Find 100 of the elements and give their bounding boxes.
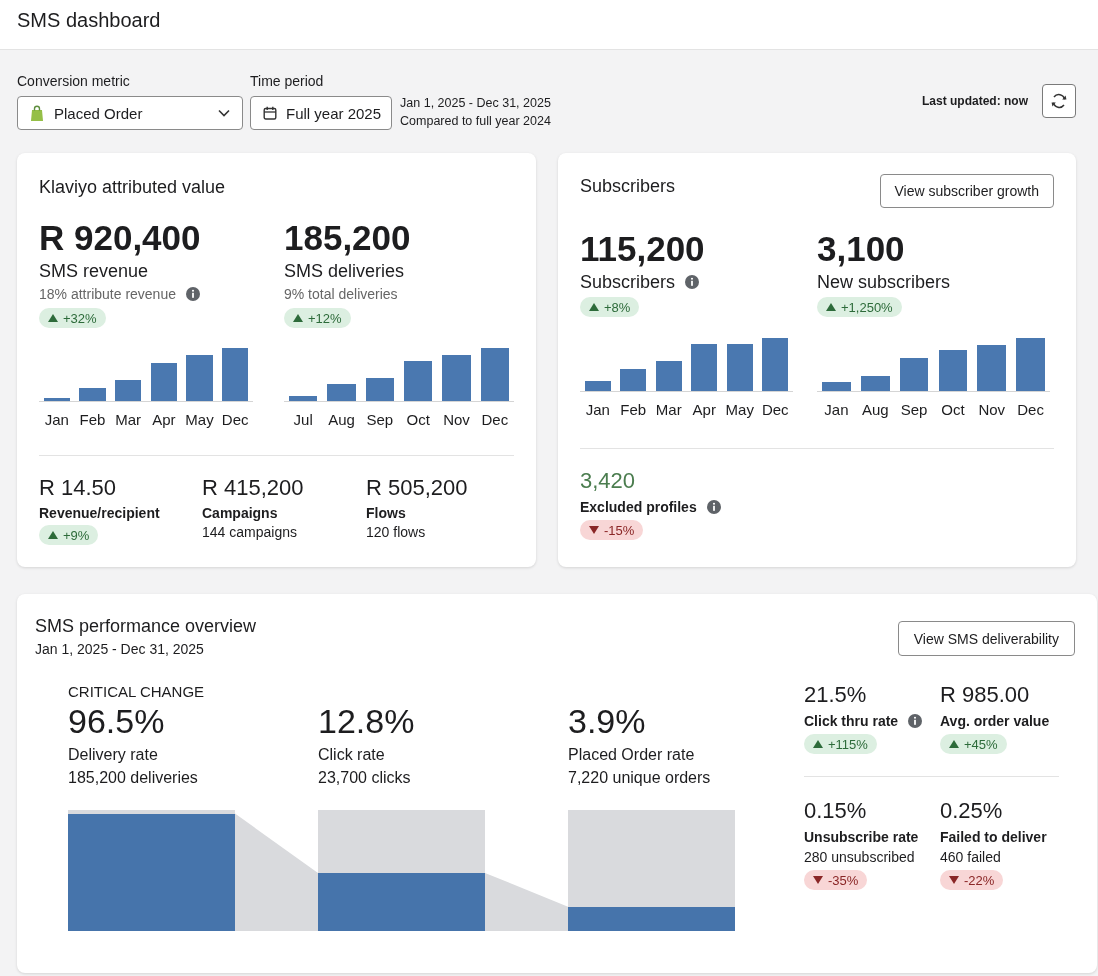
metric-value: 3,100 xyxy=(817,229,905,269)
metric-value: R 415,200 xyxy=(202,475,304,501)
card-title: Subscribers xyxy=(580,175,676,197)
chart-bar xyxy=(327,384,356,401)
month-label: Sep xyxy=(899,401,929,419)
chart-bar xyxy=(691,344,718,391)
up-triangle-icon xyxy=(826,303,836,311)
metric-label: Excluded profiles xyxy=(580,498,697,516)
chart-bar xyxy=(822,382,851,391)
comparison-text: Compared to full year 2024 xyxy=(400,113,551,130)
month-label: Mar xyxy=(114,411,143,429)
refresh-icon xyxy=(1050,92,1068,110)
chart-bar xyxy=(620,369,647,391)
metric-value: R 985.00 xyxy=(940,682,1030,708)
up-triangle-icon xyxy=(48,314,58,322)
stage-tag: CRITICAL CHANGE xyxy=(68,683,205,701)
down-triangle-icon xyxy=(813,876,823,884)
metric-label: Campaigns xyxy=(202,504,278,522)
month-label: Dec xyxy=(760,401,790,419)
chart-bar xyxy=(221,348,249,401)
change-value: +45% xyxy=(964,736,998,752)
metric-note: 460 failed xyxy=(940,848,1001,866)
chevron-down-icon xyxy=(218,109,230,117)
page-title: SMS dashboard xyxy=(17,8,162,32)
filter-label: Time period xyxy=(250,73,325,90)
filter-label: Conversion metric xyxy=(17,73,131,90)
month-label: Jul xyxy=(292,411,314,429)
deliverability-button[interactable]: View SMS deliverability xyxy=(897,621,1075,656)
change-value: +115% xyxy=(828,736,868,752)
metric-value: 96.5% xyxy=(68,701,165,741)
metric-label: Avg. order value xyxy=(940,712,1050,730)
metric-note: 280 unsubscribed xyxy=(804,848,915,866)
metric-label: Subscribers xyxy=(580,271,676,293)
chart-bar xyxy=(403,361,433,401)
down-triangle-icon xyxy=(949,876,959,884)
month-label: Sep xyxy=(365,411,395,429)
metric-value: 115,200 xyxy=(580,229,705,269)
month-label: Jan xyxy=(584,401,611,419)
metric-note: 120 flows xyxy=(366,523,426,541)
change-value: +8% xyxy=(604,299,631,315)
metric-value: 0.15% xyxy=(804,798,867,824)
month-label: May xyxy=(724,401,755,419)
month-label: Jan xyxy=(43,411,70,429)
metric-label: Unsubscribe rate xyxy=(804,828,919,846)
chart-bar xyxy=(938,350,968,391)
up-triangle-icon xyxy=(949,740,959,748)
month-label: Nov xyxy=(977,401,1007,419)
chart-bar xyxy=(860,376,890,391)
chart-bar xyxy=(79,388,106,401)
metric-value: R 14.50 xyxy=(39,475,117,501)
metric-value: 3,420 xyxy=(580,468,636,494)
month-label: Nov xyxy=(442,411,471,429)
metric-note: 9% total deliveries xyxy=(284,285,398,303)
metric-note: 23,700 clicks xyxy=(318,768,411,788)
month-label: Dec xyxy=(220,411,250,429)
month-label: Aug xyxy=(327,411,356,429)
month-label: Feb xyxy=(619,401,648,419)
refresh-button[interactable] xyxy=(1042,84,1076,118)
chart-bar xyxy=(442,355,471,401)
metric-value: 3.9% xyxy=(568,701,646,741)
calendar-icon xyxy=(263,106,277,120)
metric-label: New subscribers xyxy=(817,271,951,293)
metric-note: 144 campaigns xyxy=(202,523,297,541)
metric-label: Revenue/recipient xyxy=(39,504,160,522)
change-value: -22% xyxy=(964,872,995,888)
date-range-text: Jan 1, 2025 - Dec 31, 2025 xyxy=(35,640,205,658)
metric-note: 18% attribute revenue xyxy=(39,285,176,303)
month-label: Apr xyxy=(151,411,177,429)
chart-bar xyxy=(114,380,142,401)
change-value: -35% xyxy=(828,872,859,888)
change-value: +12% xyxy=(308,310,342,326)
month-label: May xyxy=(184,411,215,429)
up-triangle-icon xyxy=(813,740,823,748)
metric-label: Failed to deliver xyxy=(940,828,1047,846)
chart-bar xyxy=(584,381,611,391)
metric-label: Delivery rate xyxy=(68,745,158,765)
metric-label: SMS deliveries xyxy=(284,260,405,282)
subscriber-growth-button[interactable]: View subscriber growth xyxy=(879,174,1054,208)
up-triangle-icon xyxy=(293,314,303,322)
conversion-metric-dropdown[interactable]: Placed Order xyxy=(17,96,243,130)
date-range-text: Jan 1, 2025 - Dec 31, 2025 xyxy=(400,95,551,112)
month-label: Feb xyxy=(78,411,107,429)
chart-bar xyxy=(1016,338,1045,391)
chart-bar xyxy=(726,344,753,391)
chart-bar xyxy=(150,363,177,401)
chart-bar xyxy=(186,355,213,401)
down-triangle-icon xyxy=(589,526,599,534)
metric-label: Click thru rate xyxy=(804,712,899,730)
change-value: +9% xyxy=(63,527,90,543)
metric-label: SMS revenue xyxy=(39,260,149,282)
card-title: Klaviyo attributed value xyxy=(39,176,227,198)
change-value: -15% xyxy=(604,522,635,538)
metric-label: Placed Order rate xyxy=(568,745,695,765)
metric-note: 7,220 unique orders xyxy=(568,768,711,788)
up-triangle-icon xyxy=(589,303,599,311)
month-label: Oct xyxy=(405,411,431,429)
time-period-button[interactable]: Full year 2025 xyxy=(250,96,393,130)
change-value: +32% xyxy=(63,310,97,326)
chart-bar xyxy=(289,396,318,401)
metric-note: 185,200 deliveries xyxy=(68,768,198,788)
